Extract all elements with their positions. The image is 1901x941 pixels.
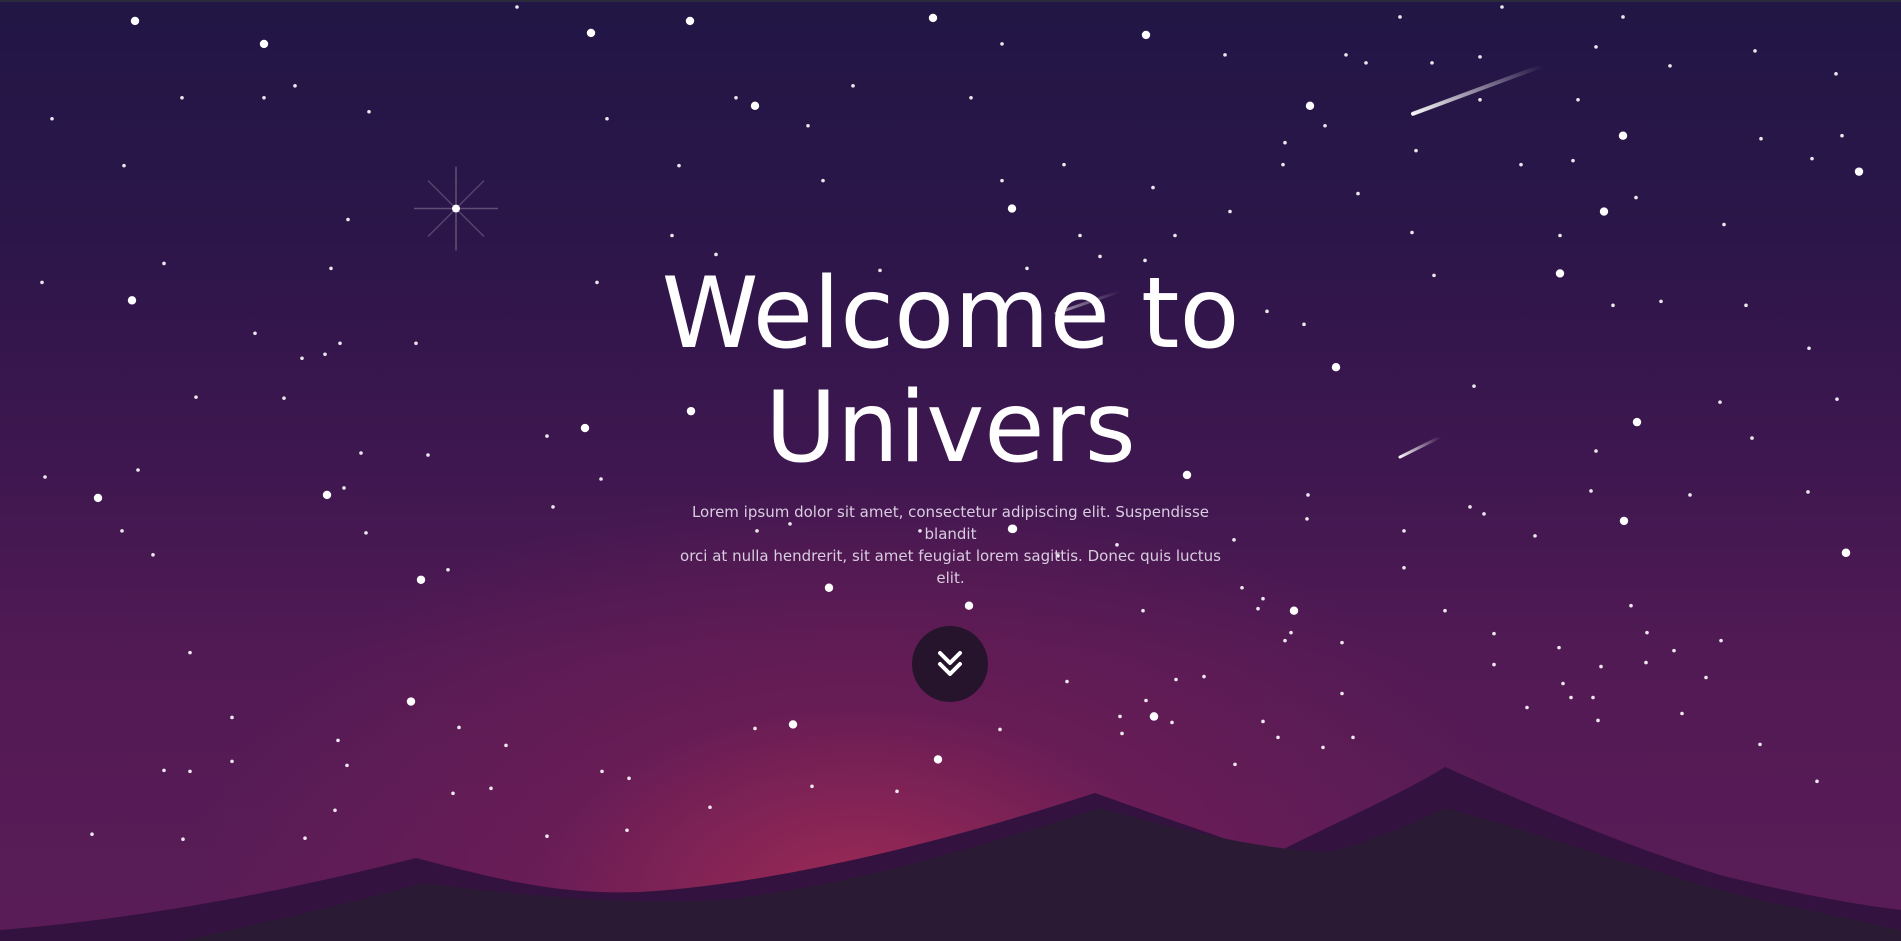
scroll-down-button[interactable] [912, 626, 988, 702]
double-chevron-down-icon [938, 651, 962, 676]
hero-subtitle-line2: orci at nulla hendrerit, sit amet feugia… [680, 547, 1221, 587]
mountain-front-layer [0, 808, 1901, 941]
hero-content: Welcome to Univers Lorem ipsum dolor sit… [0, 257, 1901, 589]
hero-subtitle-line1: Lorem ipsum dolor sit amet, consectetur … [691, 503, 1210, 543]
hero-scene: Welcome to Univers Lorem ipsum dolor sit… [0, 0, 1901, 941]
hero-subtitle: Lorem ipsum dolor sit amet, consectetur … [666, 501, 1236, 589]
hero-title-line2: Univers [765, 371, 1136, 485]
hero-title-line1: Welcome to [661, 257, 1240, 371]
hero-title: Welcome to Univers [601, 257, 1301, 485]
